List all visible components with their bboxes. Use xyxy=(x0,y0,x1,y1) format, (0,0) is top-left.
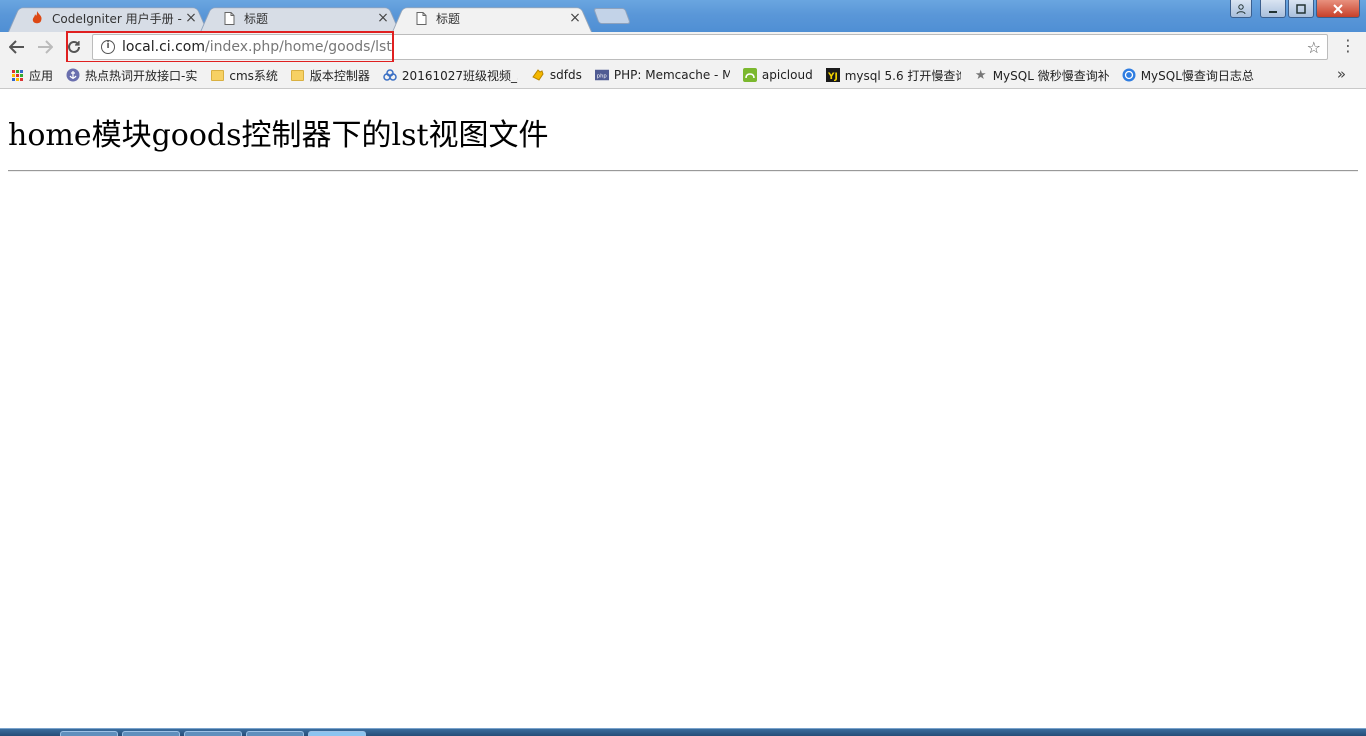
star-icon: ★ xyxy=(974,67,987,83)
os-taskbar xyxy=(0,728,1366,736)
bookmark-label: 应用 xyxy=(29,68,54,83)
bookmark-label: MySQL慢查询日志总 xyxy=(1140,68,1254,83)
more-bookmarks-icon[interactable]: » xyxy=(1337,65,1346,83)
maximize-icon[interactable] xyxy=(1288,0,1314,18)
taskbar-button[interactable] xyxy=(60,731,118,736)
window-close-icon[interactable] xyxy=(1316,0,1360,18)
bookmark-label: mysql 5.6 打开慢查询 xyxy=(844,68,961,83)
bookmark-label: MySQL 微秒慢查询补 xyxy=(992,68,1109,83)
hand-icon xyxy=(531,68,545,82)
folder-icon xyxy=(210,68,224,82)
apicloud-icon xyxy=(742,68,757,82)
url-highlight-box xyxy=(66,31,394,63)
yj-icon: YJ xyxy=(825,68,840,82)
browser-menu-icon[interactable]: ⋮ xyxy=(1340,38,1356,54)
bookmark-label: cms系统 xyxy=(229,68,278,83)
document-icon xyxy=(414,11,428,25)
taskbar-button[interactable] xyxy=(122,731,180,736)
taskbar-button[interactable] xyxy=(184,731,242,736)
bookmark-label: 版本控制器 xyxy=(309,68,370,83)
codeigniter-flame-icon xyxy=(30,11,44,25)
page-heading: home模块goods控制器下的lst视图文件 xyxy=(8,118,549,153)
bookmark-cms[interactable]: cms系统 xyxy=(210,67,278,84)
tab-close-icon[interactable]: × xyxy=(376,11,390,25)
bookmark-label: sdfds xyxy=(549,68,582,82)
tab-codeigniter-manual[interactable]: CodeIgniter 用户手册 - × xyxy=(8,4,208,32)
tab-title: 标题 xyxy=(244,11,269,26)
bookmark-version-control[interactable]: 版本控制器 xyxy=(291,67,370,84)
bookmark-label: apicloud xyxy=(761,68,813,82)
horizontal-rule xyxy=(8,170,1358,172)
bookmark-label: 20161027班级视频_5 xyxy=(401,68,518,83)
tab-close-icon[interactable]: × xyxy=(568,11,582,25)
tab-untitled-2-active[interactable]: 标题 × xyxy=(392,4,592,32)
bookmark-php-memcache[interactable]: php PHP: Memcache - M xyxy=(594,68,730,82)
bookmark-class-video[interactable]: 20161027班级视频_5 xyxy=(383,67,518,84)
tab-close-icon[interactable]: × xyxy=(184,11,198,25)
bookmark-hotwords[interactable]: 热点热词开放接口-实 xyxy=(66,67,197,84)
bookmark-apps[interactable]: 应用 xyxy=(10,67,53,84)
bookmarks-bar: 应用 热点热词开放接口-实 cms系统 版本控制器 20161027班级视频_5… xyxy=(0,62,1366,89)
bookmark-label: 热点热词开放接口-实 xyxy=(85,68,198,83)
bookmark-mysql-slowquery[interactable]: YJ mysql 5.6 打开慢查询 xyxy=(825,67,961,84)
new-tab-button[interactable] xyxy=(593,8,631,24)
profile-icon[interactable] xyxy=(1230,0,1252,18)
bookmark-mysql-microsecond[interactable]: ★ MySQL 微秒慢查询补 xyxy=(974,67,1109,84)
tab-title: CodeIgniter 用户手册 - xyxy=(52,11,182,26)
minimize-icon[interactable] xyxy=(1260,0,1286,18)
bookmark-star-icon[interactable]: ☆ xyxy=(1307,38,1321,57)
back-arrow-icon[interactable] xyxy=(6,36,28,58)
anchor-icon xyxy=(66,68,80,82)
globe-icon xyxy=(1122,68,1136,82)
window-controls xyxy=(1230,0,1360,18)
forward-arrow-icon[interactable] xyxy=(34,36,56,58)
taskbar-button[interactable] xyxy=(246,731,304,736)
tab-untitled-1[interactable]: 标题 × xyxy=(200,4,400,32)
tab-title: 标题 xyxy=(436,11,461,26)
svg-text:YJ: YJ xyxy=(827,72,838,82)
bookmark-apicloud[interactable]: apicloud xyxy=(742,68,813,82)
svg-text:php: php xyxy=(597,74,608,80)
bookmark-sdfds[interactable]: sdfds xyxy=(531,68,582,82)
tab-strip: CodeIgniter 用户手册 - × 标题 × 标题 × xyxy=(0,0,1366,32)
bookmark-mysql-log[interactable]: MySQL慢查询日志总 xyxy=(1122,67,1254,84)
taskbar-button[interactable] xyxy=(308,731,366,736)
php-icon: php xyxy=(594,68,609,82)
bookmark-label: PHP: Memcache - M xyxy=(613,68,730,82)
folder-icon xyxy=(291,68,305,82)
document-icon xyxy=(222,11,236,25)
apps-grid-icon xyxy=(10,68,24,82)
cloud-link-icon xyxy=(383,68,397,82)
